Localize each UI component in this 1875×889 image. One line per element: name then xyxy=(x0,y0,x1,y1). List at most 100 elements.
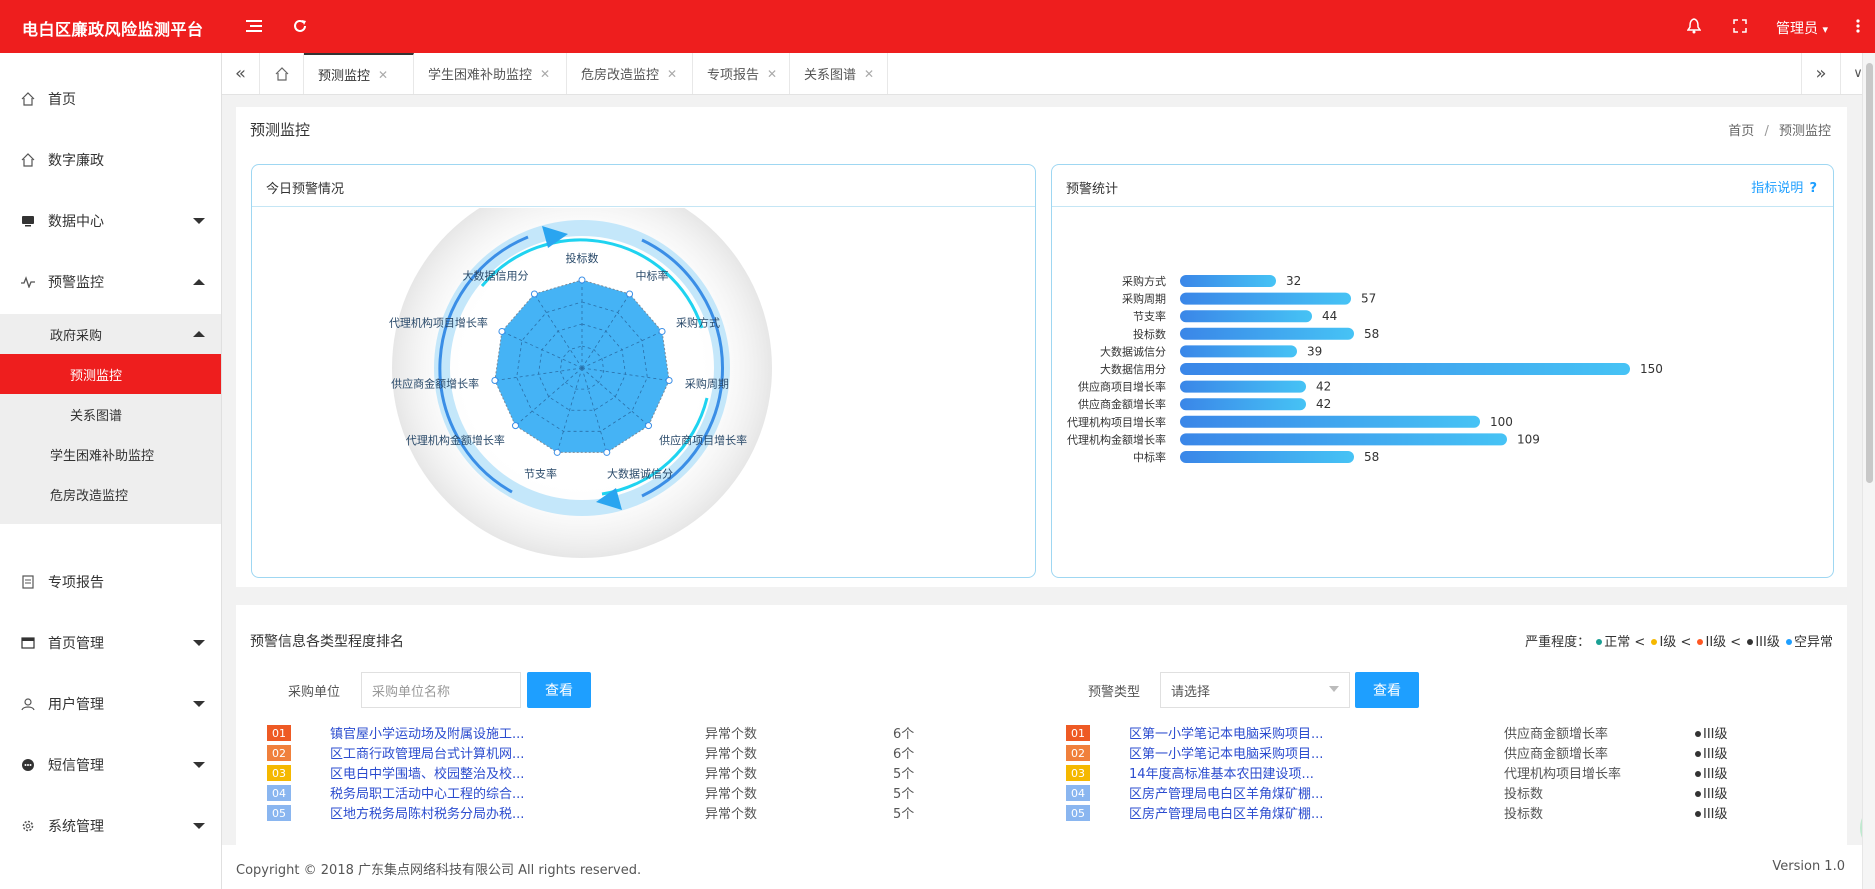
project-link[interactable]: 区电白中学围墙、校园整治及校... xyxy=(330,763,524,782)
bar-category-label: 大数据诚信分 xyxy=(1100,344,1166,358)
alert-level-text: III级 xyxy=(1703,787,1728,802)
ranking-card: 预警信息各类型程度排名 严重程度： 正常 < I级 < II级 < III级 空… xyxy=(236,605,1847,845)
project-link[interactable]: 镇官屋小学运动场及附属设施工... xyxy=(330,723,524,742)
project-link[interactable]: 区第一小学笔记本电脑采购项目... xyxy=(1129,743,1323,762)
sidebar-item-user-manage[interactable]: 用户管理 xyxy=(0,673,222,734)
project-link[interactable]: 14年度高标准基本农田建设项... xyxy=(1129,763,1314,782)
chevron-down-icon xyxy=(193,822,205,829)
sidebar-item-sms-manage[interactable]: 短信管理 xyxy=(0,734,222,795)
more-vertical-icon[interactable] xyxy=(1848,16,1868,36)
bell-icon[interactable] xyxy=(1684,16,1704,36)
sidebar-item-home-manage[interactable]: 首页管理 xyxy=(0,612,222,673)
severity-dot-level3 xyxy=(1747,639,1754,645)
close-icon[interactable]: ✕ xyxy=(767,67,777,81)
alert-count: 5个 xyxy=(893,767,915,782)
tab-label: 学生困难补助监控 xyxy=(428,68,533,83)
submenu-forecast-monitor[interactable]: 预测监控 xyxy=(0,354,221,394)
project-link[interactable]: 区房产管理局电白区羊角煤矿棚... xyxy=(1129,803,1323,822)
chevron-up-icon xyxy=(193,331,205,337)
radar-label: 代理机构项目增长率 xyxy=(389,315,488,329)
bar-value-label: 100 xyxy=(1490,415,1513,429)
tab-student-aid[interactable]: 学生困难补助监控 ✕ xyxy=(414,53,567,94)
tab-label: 专项报告 xyxy=(707,68,760,83)
sidebar-item-special-report[interactable]: 专项报告 xyxy=(0,551,222,612)
severity-legend-label: 严重程度： xyxy=(1525,635,1591,650)
sidebar-item-alert-monitor[interactable]: 预警监控 xyxy=(0,251,222,312)
bar-category-label: 供应商金额增长率 xyxy=(1078,397,1166,411)
sidebar-item-data-center[interactable]: 数据中心 xyxy=(0,190,222,251)
breadcrumb-separator: / xyxy=(1764,124,1769,139)
submenu-dilapidated-housing[interactable]: 危房改造监控 xyxy=(0,474,221,514)
radar-label: 供应商项目增长率 xyxy=(659,433,747,447)
close-icon[interactable]: ✕ xyxy=(378,68,388,82)
radar-point xyxy=(626,290,634,298)
alert-type-search-button[interactable]: 查看 xyxy=(1355,672,1419,708)
alert-level-text: III级 xyxy=(1703,767,1728,782)
user-menu[interactable]: 管理员 ▾ xyxy=(1776,18,1828,38)
project-link[interactable]: 区第一小学笔记本电脑采购项目... xyxy=(1129,723,1323,742)
tab-relation-graph[interactable]: 关系图谱 ✕ xyxy=(790,53,888,94)
sidebar-item-home[interactable]: 首页 xyxy=(0,68,222,129)
filter-label-type: 预警类型 xyxy=(1088,685,1141,700)
bar-category-label: 采购方式 xyxy=(1122,274,1166,288)
tab-scroll-right-button[interactable]: » xyxy=(1801,53,1841,94)
alert-type: 异常个数 xyxy=(705,747,758,762)
project-link[interactable]: 税务局职工活动中心工程的综合... xyxy=(330,783,524,802)
project-link[interactable]: 区房产管理局电白区羊角煤矿棚... xyxy=(1129,783,1323,802)
sidebar-item-label: 首页管理 xyxy=(48,635,104,652)
scrollbar-thumb[interactable] xyxy=(1866,63,1873,483)
close-icon[interactable]: ✕ xyxy=(540,67,550,81)
radar-point xyxy=(530,290,538,298)
alert-type-select[interactable]: 请选择 xyxy=(1160,672,1350,708)
input-placeholder: 采购单位名称 xyxy=(372,684,451,700)
alert-type: 投标数 xyxy=(1504,787,1544,802)
radar-panel: 今日预警情况 投标数 中标率 采购方式 采购周期 供应商项目增长率 大数据诚信分 节支率 代理… xyxy=(251,164,1036,578)
close-icon[interactable]: ✕ xyxy=(864,67,874,81)
unit-search-button[interactable]: 查看 xyxy=(527,672,591,708)
copyright-text: Copyright © 2018 广东集点网络科技有限公司 All rights… xyxy=(236,863,642,878)
user-icon xyxy=(20,696,36,712)
radar-label: 中标率 xyxy=(635,268,668,282)
bar-category-label: 投标数 xyxy=(1133,327,1166,341)
tab-forecast-monitor[interactable]: 预测监控 ✕ xyxy=(304,53,414,94)
tab-special-report[interactable]: 专项报告 ✕ xyxy=(693,53,790,94)
project-link[interactable]: 区地方税务局陈村税务分局办税... xyxy=(330,803,524,822)
bar-value-label: 42 xyxy=(1316,397,1331,411)
rank-badge: 03 xyxy=(267,765,291,781)
rank-badge: 05 xyxy=(267,805,291,821)
submenu-gov-procurement[interactable]: 政府采购 xyxy=(0,314,221,354)
unit-search-input[interactable]: 采购单位名称 xyxy=(361,672,521,708)
breadcrumb-current: 预测监控 xyxy=(1778,124,1831,139)
breadcrumb: 首页 / 预测监控 xyxy=(1728,120,1831,139)
menu-toggle-icon[interactable] xyxy=(244,16,264,36)
submenu-student-aid[interactable]: 学生困难补助监控 xyxy=(0,434,221,474)
page-scrollbar[interactable] xyxy=(1862,53,1875,889)
tab-home-button[interactable] xyxy=(260,53,304,94)
radar-point xyxy=(658,327,666,335)
double-chevron-right-icon: » xyxy=(1815,63,1827,84)
close-icon[interactable]: ✕ xyxy=(667,67,677,81)
page-title: 预测监控 xyxy=(250,121,311,139)
submenu-label: 预测监控 xyxy=(70,368,123,384)
sidebar-item-digital-integrity[interactable]: 数字廉政 xyxy=(0,129,222,190)
sidebar-item-system-manage[interactable]: 系统管理 xyxy=(0,795,222,856)
tab-scroll-left-button[interactable]: « xyxy=(222,53,260,94)
severity-dot-level2 xyxy=(1697,639,1704,645)
tab-dilapidated-housing[interactable]: 危房改造监控 ✕ xyxy=(567,53,693,94)
radar-label: 投标数 xyxy=(566,251,599,265)
alert-count: 5个 xyxy=(893,807,915,822)
bar-panel: 预警统计 指标说明 ? 采购方式 32 采购周期 57 节支率 44 投标数 58 大数据诚信分… xyxy=(1051,164,1834,578)
refresh-icon[interactable] xyxy=(290,16,310,36)
alert-type: 代理机构项目增长率 xyxy=(1504,767,1622,782)
breadcrumb-home[interactable]: 首页 xyxy=(1728,124,1754,139)
submenu-relation-graph[interactable]: 关系图谱 xyxy=(0,394,221,434)
project-link[interactable]: 区工商行政管理局台式计算机网... xyxy=(330,743,524,762)
fullscreen-icon[interactable] xyxy=(1730,16,1750,36)
alert-type: 投标数 xyxy=(1504,807,1544,822)
rank-badge: 04 xyxy=(1066,785,1090,801)
help-link[interactable]: 指标说明 ? xyxy=(1751,177,1817,196)
footer: Copyright © 2018 广东集点网络科技有限公司 All rights… xyxy=(222,845,1875,889)
rank-badge: 03 xyxy=(1066,765,1090,781)
radar-label: 大数据诚信分 xyxy=(607,467,673,481)
chevron-down-icon xyxy=(193,639,205,646)
